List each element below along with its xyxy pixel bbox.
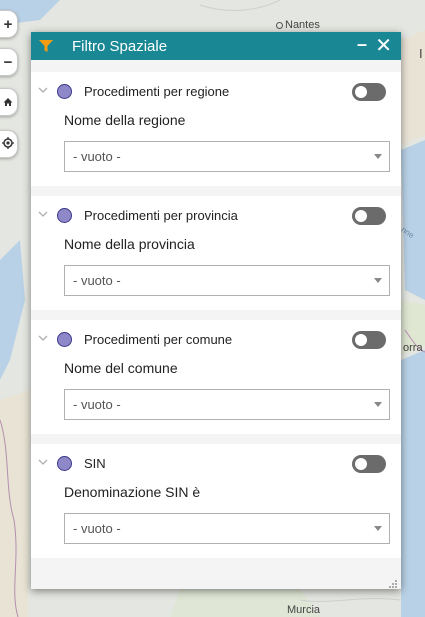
resize-handle-icon[interactable] bbox=[388, 576, 398, 588]
field-label: Nome della provincia bbox=[64, 236, 195, 252]
panel-body: Procedimenti per regione Nome della regi… bbox=[31, 60, 401, 589]
caret-down-icon bbox=[374, 154, 382, 159]
province-select[interactable]: - vuoto - bbox=[64, 265, 390, 296]
panel-title: Filtro Spaziale bbox=[72, 37, 168, 55]
layer-symbol-icon bbox=[57, 456, 72, 471]
field-label: Nome del comune bbox=[64, 360, 178, 376]
section-title: Procedimenti per regione bbox=[84, 84, 230, 99]
caret-down-icon bbox=[374, 278, 382, 283]
section-toggle[interactable] bbox=[352, 83, 386, 101]
locate-icon bbox=[2, 136, 14, 153]
home-icon bbox=[3, 94, 13, 111]
minimize-button[interactable]: – bbox=[357, 34, 367, 55]
map-city-label: Murcia bbox=[287, 604, 321, 616]
field-label: Nome della regione bbox=[64, 112, 186, 128]
plus-icon: + bbox=[3, 15, 13, 33]
caret-down-icon bbox=[374, 526, 382, 531]
funnel-icon bbox=[39, 39, 63, 53]
layer-symbol-icon bbox=[57, 84, 72, 99]
caret-down-icon bbox=[374, 402, 382, 407]
panel-header[interactable]: Filtro Spaziale – ✕ bbox=[31, 32, 401, 60]
chevron-down-icon[interactable] bbox=[37, 455, 51, 469]
filter-section-region: Procedimenti per regione Nome della regi… bbox=[31, 72, 401, 186]
map-city-label: Nantes bbox=[276, 19, 320, 31]
locate-button[interactable] bbox=[0, 130, 18, 158]
chevron-down-icon[interactable] bbox=[37, 207, 51, 221]
map-label-partial: orra bbox=[403, 342, 423, 354]
chevron-down-icon[interactable] bbox=[37, 331, 51, 345]
region-select[interactable]: - vuoto - bbox=[64, 141, 390, 172]
home-button[interactable] bbox=[0, 88, 18, 116]
section-toggle[interactable] bbox=[352, 331, 386, 349]
map-label-partial: I bbox=[419, 46, 423, 61]
filter-section-sin: SIN Denominazione SIN è - vuoto - bbox=[31, 444, 401, 558]
section-title: SIN bbox=[84, 456, 106, 471]
filter-section-municipality: Procedimenti per comune Nome del comune … bbox=[31, 320, 401, 434]
section-toggle[interactable] bbox=[352, 455, 386, 473]
layer-symbol-icon bbox=[57, 208, 72, 223]
section-title: Procedimenti per provincia bbox=[84, 208, 238, 223]
chevron-down-icon[interactable] bbox=[37, 83, 51, 97]
minus-icon: − bbox=[3, 53, 13, 71]
field-label: Denominazione SIN è bbox=[64, 484, 201, 500]
zoom-in-button[interactable]: + bbox=[0, 10, 18, 38]
zoom-out-button[interactable]: − bbox=[0, 48, 18, 76]
layer-symbol-icon bbox=[57, 332, 72, 347]
sin-select[interactable]: - vuoto - bbox=[64, 513, 390, 544]
section-title: Procedimenti per comune bbox=[84, 332, 233, 347]
section-toggle[interactable] bbox=[352, 207, 386, 225]
filter-section-province: Procedimenti per provincia Nome della pr… bbox=[31, 196, 401, 310]
municipality-select[interactable]: - vuoto - bbox=[64, 389, 390, 420]
spatial-filter-panel: Filtro Spaziale – ✕ Procedimenti per reg… bbox=[31, 32, 401, 589]
close-button[interactable]: ✕ bbox=[375, 33, 392, 58]
